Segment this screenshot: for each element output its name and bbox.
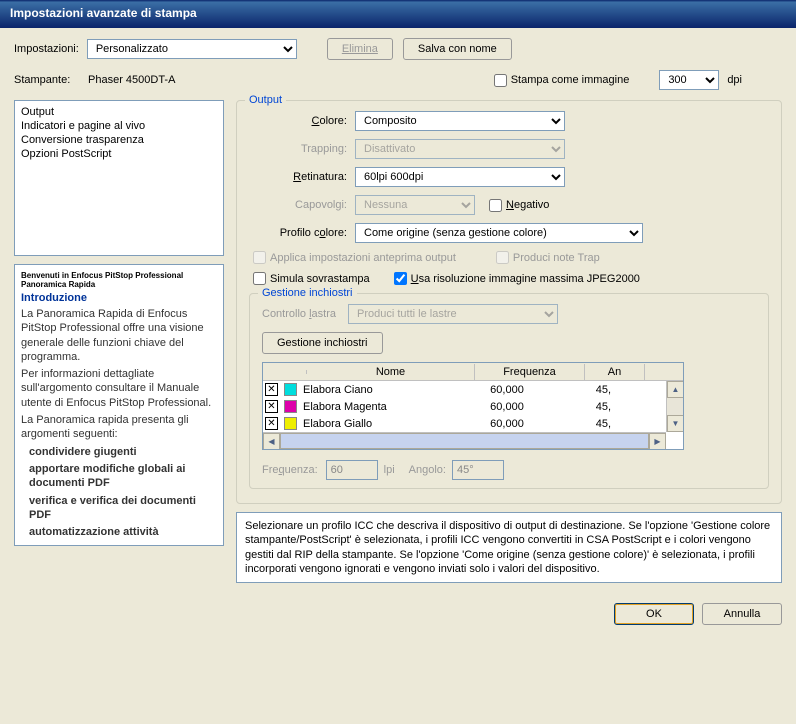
col-freq: Frequenza: [475, 364, 585, 380]
color-swatch: [284, 383, 297, 396]
save-as-button[interactable]: Salva con nome: [403, 38, 512, 60]
scroll-down-icon[interactable]: ▼: [667, 415, 684, 432]
printer-label: Stampante:: [14, 74, 80, 86]
printer-value: Phaser 4500DT-A: [88, 74, 175, 86]
nav-postscript[interactable]: Opzioni PostScript: [21, 147, 217, 161]
trapping-select: Disattivato: [355, 139, 565, 159]
ok-button[interactable]: OK: [614, 603, 694, 625]
scroll-up-icon[interactable]: ▲: [667, 381, 684, 398]
color-select[interactable]: Composito: [355, 111, 565, 131]
color-label: Colore:: [249, 115, 347, 127]
checkbox-icon[interactable]: ✕: [265, 417, 278, 430]
nav-marks[interactable]: Indicatori e pagine al vivo: [21, 119, 217, 133]
table-row[interactable]: ✕ Elabora Ciano60,00045,: [263, 381, 683, 398]
scroll-left-icon[interactable]: ◀: [263, 433, 280, 450]
colorprofile-select[interactable]: Come origine (senza gestione colore): [355, 223, 643, 243]
angle-input: [452, 460, 504, 480]
category-list[interactable]: Output Indicatori e pagine al vivo Conve…: [14, 100, 224, 256]
freq-input: [326, 460, 378, 480]
output-legend: Output: [245, 94, 286, 106]
nav-transparency[interactable]: Conversione trasparenza: [21, 133, 217, 147]
nav-output[interactable]: Output: [21, 105, 217, 119]
ink-name: Elabora Magenta: [303, 401, 453, 413]
color-swatch: [284, 400, 297, 413]
scroll-right-icon[interactable]: ▶: [649, 433, 666, 450]
scrollbar-vertical[interactable]: ▲ ▼: [666, 381, 683, 432]
col-ang: An: [585, 364, 645, 380]
plate-label: Controllo lastra: [262, 308, 336, 320]
ink-ang: 45,: [561, 401, 611, 413]
screening-select[interactable]: 60lpi 600dpi: [355, 167, 565, 187]
freq-label: Frequenza:: [262, 464, 318, 476]
ink-ang: 45,: [561, 418, 611, 430]
lpi-label: lpi: [384, 464, 395, 476]
ink-table[interactable]: Nome Frequenza An ✕Elabora Ciano60,00045…: [262, 362, 684, 450]
table-row[interactable]: ✕ Elabora Giallo60,00045,: [263, 415, 683, 432]
inks-legend: Gestione inchiostri: [258, 287, 357, 299]
checkbox-icon[interactable]: ✕: [265, 400, 278, 413]
dpi-unit: dpi: [727, 74, 742, 86]
settings-select[interactable]: Personalizzato: [87, 39, 297, 59]
negative-checkbox[interactable]: Negativo: [489, 199, 549, 212]
apply-preview-checkbox: Applica impostazioni anteprima output: [253, 251, 456, 264]
flip-select: Nessuna: [355, 195, 475, 215]
dpi-select[interactable]: 300: [659, 70, 719, 90]
page-preview: Benvenuti in Enfocus PitStop Professiona…: [14, 264, 224, 546]
cancel-button[interactable]: Annulla: [702, 603, 782, 625]
titlebar: Impostazioni avanzate di stampa: [0, 0, 796, 28]
angle-label: Angolo:: [409, 464, 446, 476]
inks-group: Gestione inchiostri Controllo lastra Pro…: [249, 293, 769, 489]
ink-manager-button[interactable]: Gestione inchiostri: [262, 332, 383, 354]
col-name: Nome: [307, 364, 475, 380]
ink-ang: 45,: [561, 384, 611, 396]
plate-select: Produci tutti le lastre: [348, 304, 558, 324]
jpeg2000-checkbox[interactable]: Usa risoluzione immagine massima JPEG200…: [394, 272, 640, 285]
description-box: Selezionare un profilo ICC che descriva …: [236, 512, 782, 583]
ink-name: Elabora Ciano: [303, 384, 453, 396]
flip-label: Capovolgi:: [249, 199, 347, 211]
settings-label: Impostazioni:: [14, 43, 79, 55]
scrollbar-horizontal[interactable]: ◀ ▶: [263, 432, 666, 449]
overprint-checkbox[interactable]: Simula sovrastampa: [253, 272, 370, 285]
screening-label: Retinatura:: [249, 171, 347, 183]
print-as-image-checkbox[interactable]: Stampa come immagine: [494, 74, 630, 87]
trapping-label: Trapping:: [249, 143, 347, 155]
trap-notes-checkbox: Produci note Trap: [496, 251, 600, 264]
checkbox-icon[interactable]: ✕: [265, 383, 278, 396]
colorprofile-label: Profilo colore:: [249, 227, 347, 239]
delete-button: Elimina: [327, 38, 393, 60]
ink-freq: 60,000: [453, 384, 561, 396]
color-swatch: [284, 417, 297, 430]
ink-freq: 60,000: [453, 418, 561, 430]
table-row[interactable]: ✕ Elabora Magenta60,00045,: [263, 398, 683, 415]
ink-freq: 60,000: [453, 401, 561, 413]
output-group: Output Colore: Composito Trapping: Disat…: [236, 100, 782, 504]
ink-name: Elabora Giallo: [303, 418, 453, 430]
